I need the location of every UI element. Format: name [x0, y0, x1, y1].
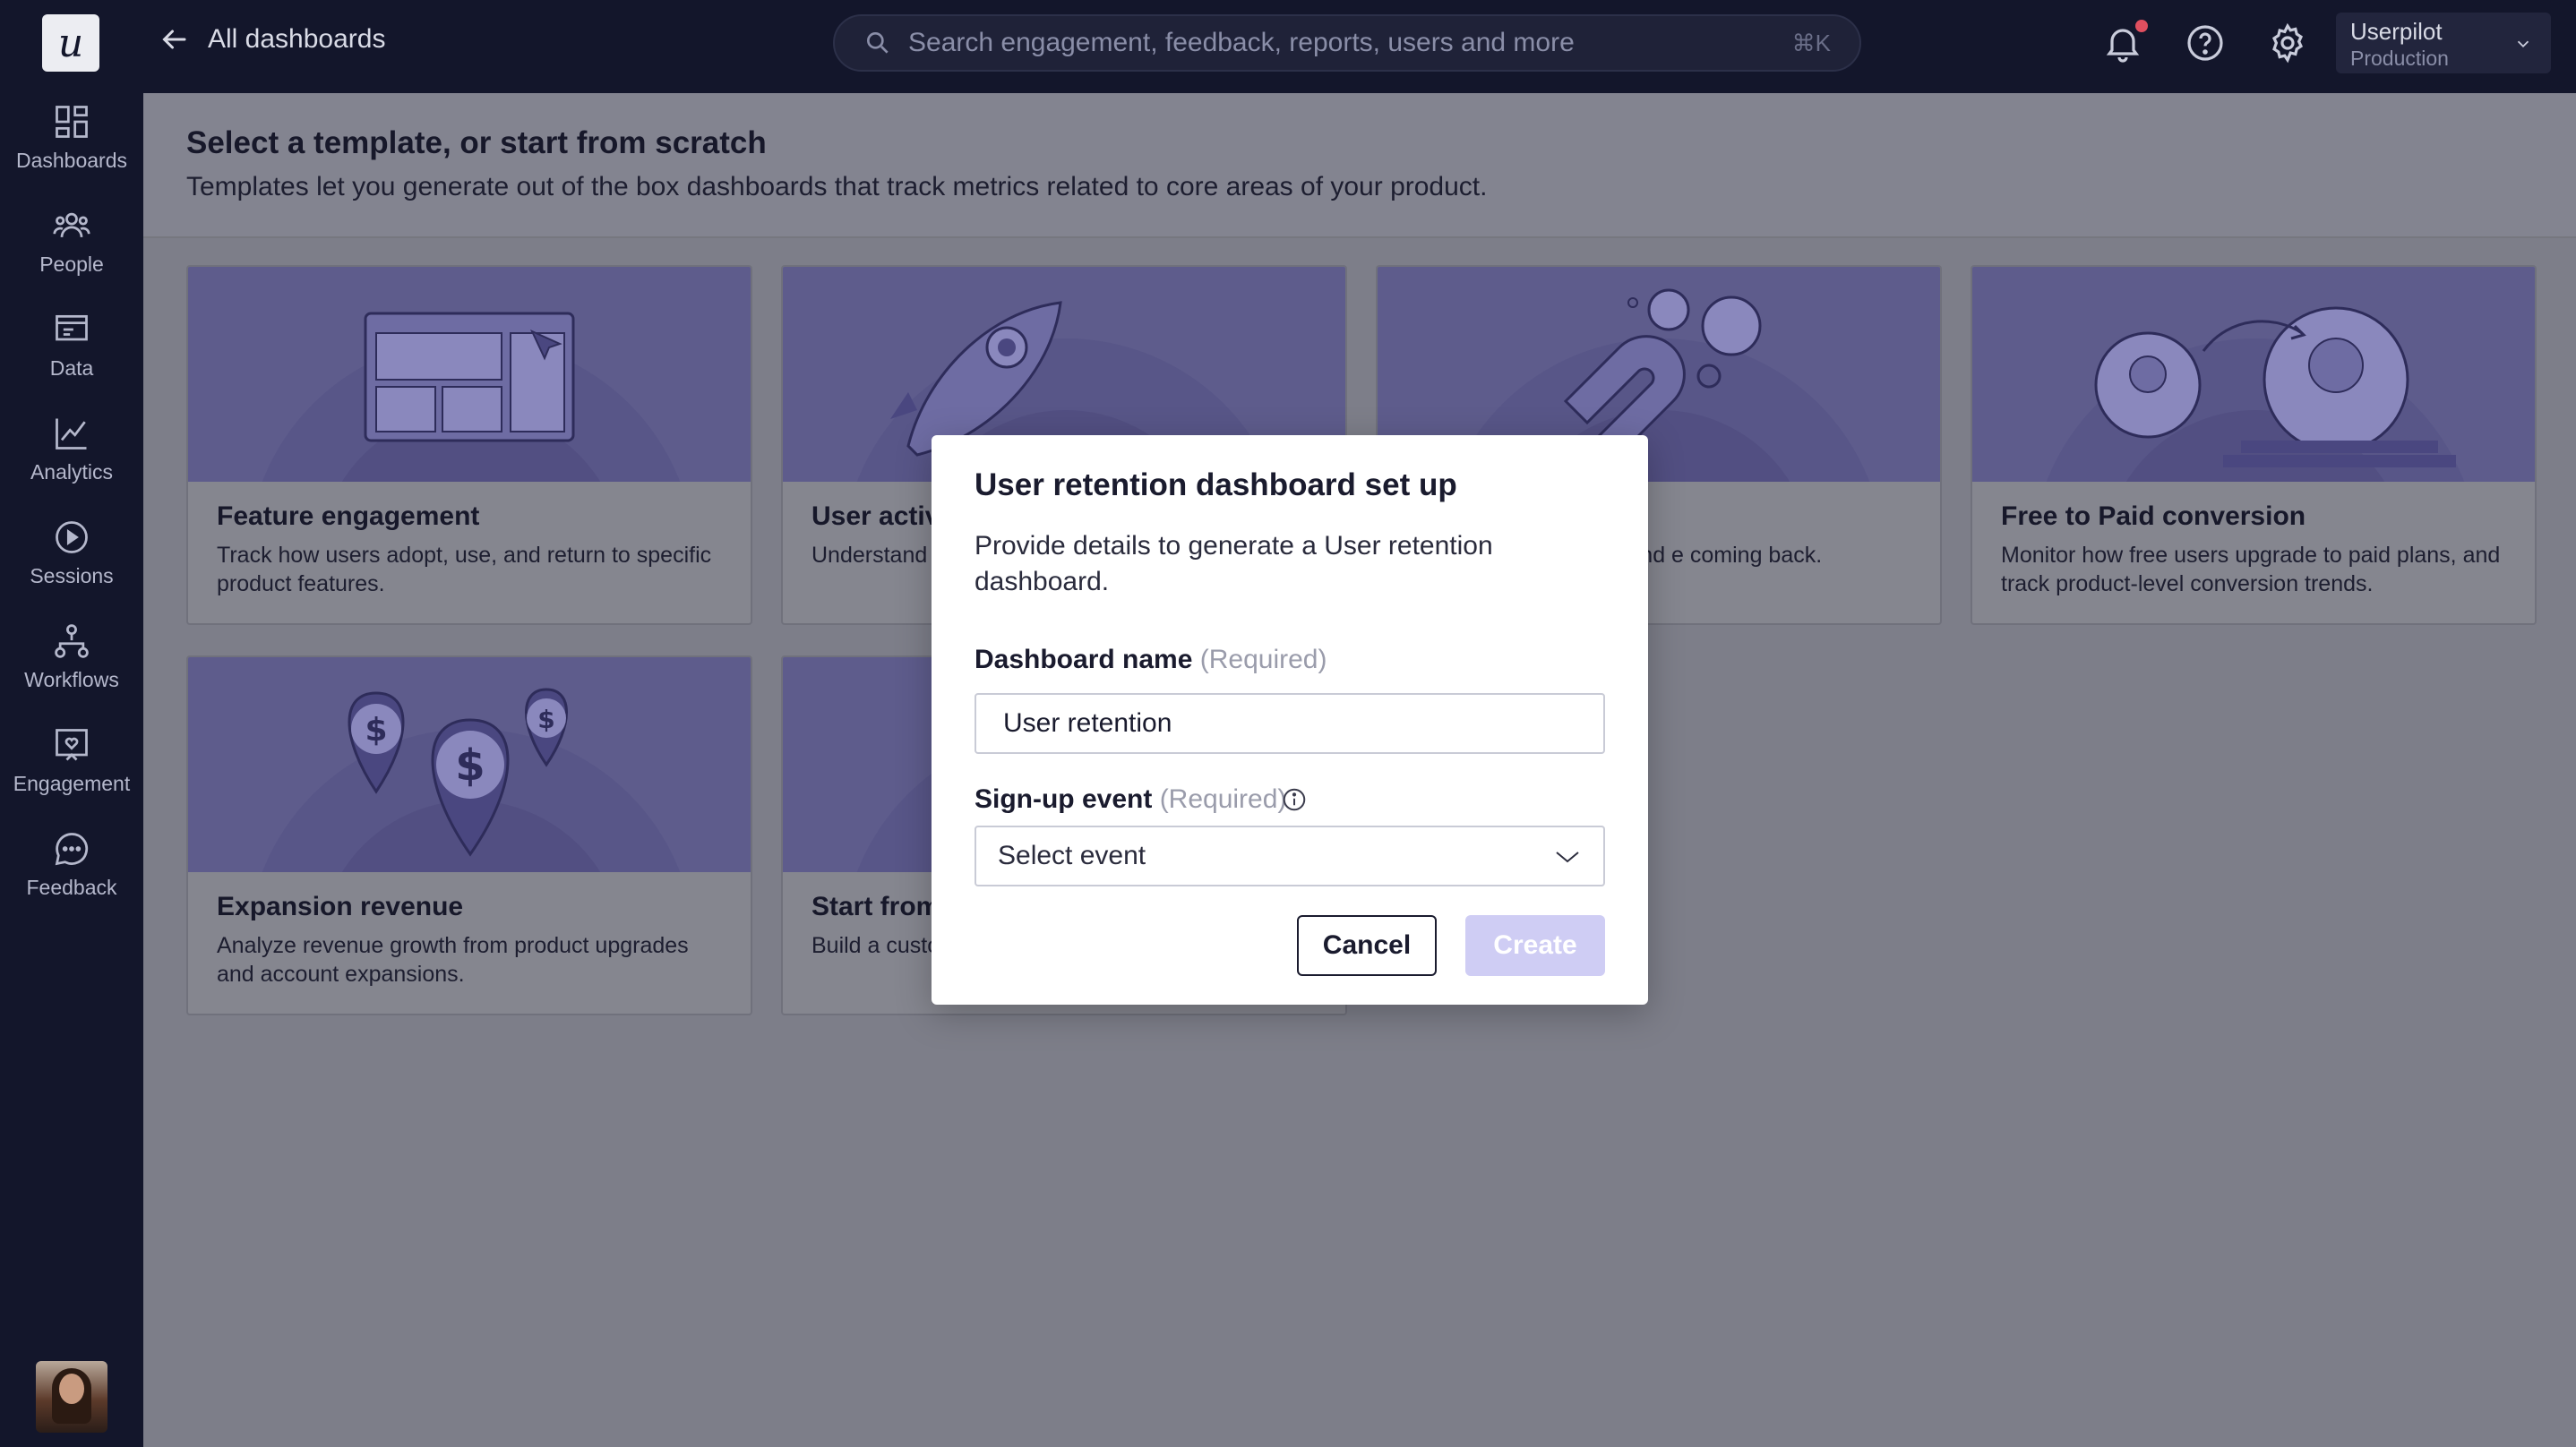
- engagement-icon: [56, 729, 88, 761]
- account-switcher[interactable]: Userpilot Production: [2336, 13, 2551, 73]
- top-bar: u All dashboards Search engagement, feed…: [0, 0, 2576, 93]
- sidebar-item-feedback[interactable]: Feedback: [0, 829, 143, 919]
- back-to-dashboards-link[interactable]: All dashboards: [158, 23, 385, 56]
- logo-letter: u: [57, 20, 84, 66]
- account-environment: Production: [2350, 47, 2449, 70]
- card-description: Analyze revenue growth from product upgr…: [217, 933, 689, 987]
- signup-event-value: Select event: [998, 841, 1146, 870]
- svg-text:$: $: [455, 741, 485, 791]
- page-subtitle: Templates let you generate out of the bo…: [186, 172, 1488, 201]
- info-icon[interactable]: [1281, 786, 1308, 813]
- chevron-down-icon: [2517, 40, 2529, 48]
- sidebar: Dashboards People Data Analytics Session…: [0, 93, 143, 1447]
- page-title: Select a template, or start from scratch: [186, 125, 767, 160]
- sessions-icon: [56, 521, 88, 553]
- back-label: All dashboards: [208, 24, 386, 54]
- sidebar-item-label: Analytics: [30, 460, 114, 484]
- revenue-pins-illustration: $ $ $: [348, 688, 568, 857]
- sidebar-item-people[interactable]: People: [0, 206, 143, 295]
- create-button[interactable]: Create: [1465, 915, 1605, 976]
- required-hint: (Required): [1159, 784, 1287, 814]
- sidebar-item-label: People: [39, 253, 104, 276]
- sidebar-item-dashboards[interactable]: Dashboards: [0, 102, 143, 192]
- avatar-face: [59, 1374, 84, 1404]
- sidebar-item-workflows[interactable]: Workflows: [0, 621, 143, 711]
- card-description: Track how users adopt, use, and return t…: [217, 543, 712, 596]
- dashboard-name-label: Dashboard name (Required): [975, 645, 1327, 675]
- sidebar-item-label: Dashboards: [15, 149, 128, 172]
- help-icon[interactable]: [2184, 21, 2227, 64]
- required-hint: (Required): [1199, 645, 1327, 674]
- card-title: Feature engagement: [217, 501, 480, 531]
- search-shortcut: ⌘K: [1791, 29, 1831, 56]
- people-icon: [53, 212, 90, 237]
- template-card-feature-engagement[interactable]: Feature engagement Track how users adopt…: [186, 265, 752, 625]
- data-icon: [56, 314, 88, 341]
- arrow-left-icon: [162, 30, 186, 49]
- notification-dot: [2135, 20, 2148, 32]
- sidebar-item-label: Sessions: [30, 564, 114, 587]
- sidebar-item-sessions[interactable]: Sessions: [0, 518, 143, 607]
- dashboard-name-value: User retention: [1003, 708, 1172, 738]
- feedback-icon: [55, 833, 89, 866]
- userpilot-logo[interactable]: u: [42, 14, 99, 72]
- page-header: Select a template, or start from scratch…: [143, 93, 2576, 238]
- gear-icon[interactable]: [2266, 21, 2309, 64]
- search-placeholder: Search engagement, feedback, reports, us…: [908, 28, 1575, 57]
- chevron-down-icon: [1556, 852, 1579, 863]
- account-name: Userpilot: [2350, 18, 2443, 45]
- card-description: Monitor how free users upgrade to paid p…: [2001, 543, 2501, 596]
- dashboard-icon: [56, 106, 88, 138]
- user-avatar[interactable]: [36, 1361, 107, 1433]
- sidebar-item-label: Feedback: [26, 876, 117, 899]
- modal-description: Provide details to generate a User reten…: [975, 531, 1493, 596]
- browser-window-illustration: [364, 312, 575, 442]
- template-card-expansion-revenue[interactable]: $ $ $ Expansion revenue Analyze revenue …: [186, 655, 752, 1015]
- sidebar-item-engagement[interactable]: Engagement: [0, 725, 143, 815]
- dashboard-name-field[interactable]: User retention: [975, 693, 1605, 754]
- card-title: Free to Paid conversion: [2001, 501, 2306, 531]
- dashboard-name-label-text: Dashboard name: [975, 645, 1193, 674]
- sidebar-item-analytics[interactable]: Analytics: [0, 414, 143, 503]
- svg-text:$: $: [365, 712, 387, 749]
- sidebar-item-label: Data: [49, 356, 94, 380]
- signup-event-label: Sign-up event (Required): [975, 784, 1286, 815]
- card-title: Expansion revenue: [217, 892, 464, 921]
- card-illustration: [188, 267, 751, 482]
- svg-text:$: $: [537, 705, 554, 734]
- sidebar-item-data[interactable]: Data: [0, 310, 143, 399]
- cancel-button[interactable]: Cancel: [1297, 915, 1437, 976]
- workflows-icon: [55, 624, 89, 658]
- card-illustration: $ $ $: [188, 657, 751, 872]
- conversion-illustration: [2094, 306, 2456, 467]
- modal-title: User retention dashboard set up: [975, 467, 1457, 502]
- signup-event-select[interactable]: Select event: [975, 826, 1605, 886]
- card-illustration: [1972, 267, 2535, 482]
- search-icon: [867, 31, 889, 54]
- card-title: User activ: [811, 501, 940, 531]
- template-card-free-to-paid[interactable]: Free to Paid conversion Monitor how free…: [1971, 265, 2537, 625]
- global-search-input[interactable]: Search engagement, feedback, reports, us…: [833, 14, 1861, 72]
- sidebar-item-label: Engagement: [13, 772, 131, 795]
- sidebar-item-label: Workflows: [24, 668, 119, 691]
- signup-event-label-text: Sign-up event: [975, 784, 1153, 814]
- analytics-icon: [56, 418, 87, 450]
- dashboard-setup-modal: User retention dashboard set up Provide …: [932, 435, 1648, 1005]
- card-title: Start from: [811, 892, 940, 921]
